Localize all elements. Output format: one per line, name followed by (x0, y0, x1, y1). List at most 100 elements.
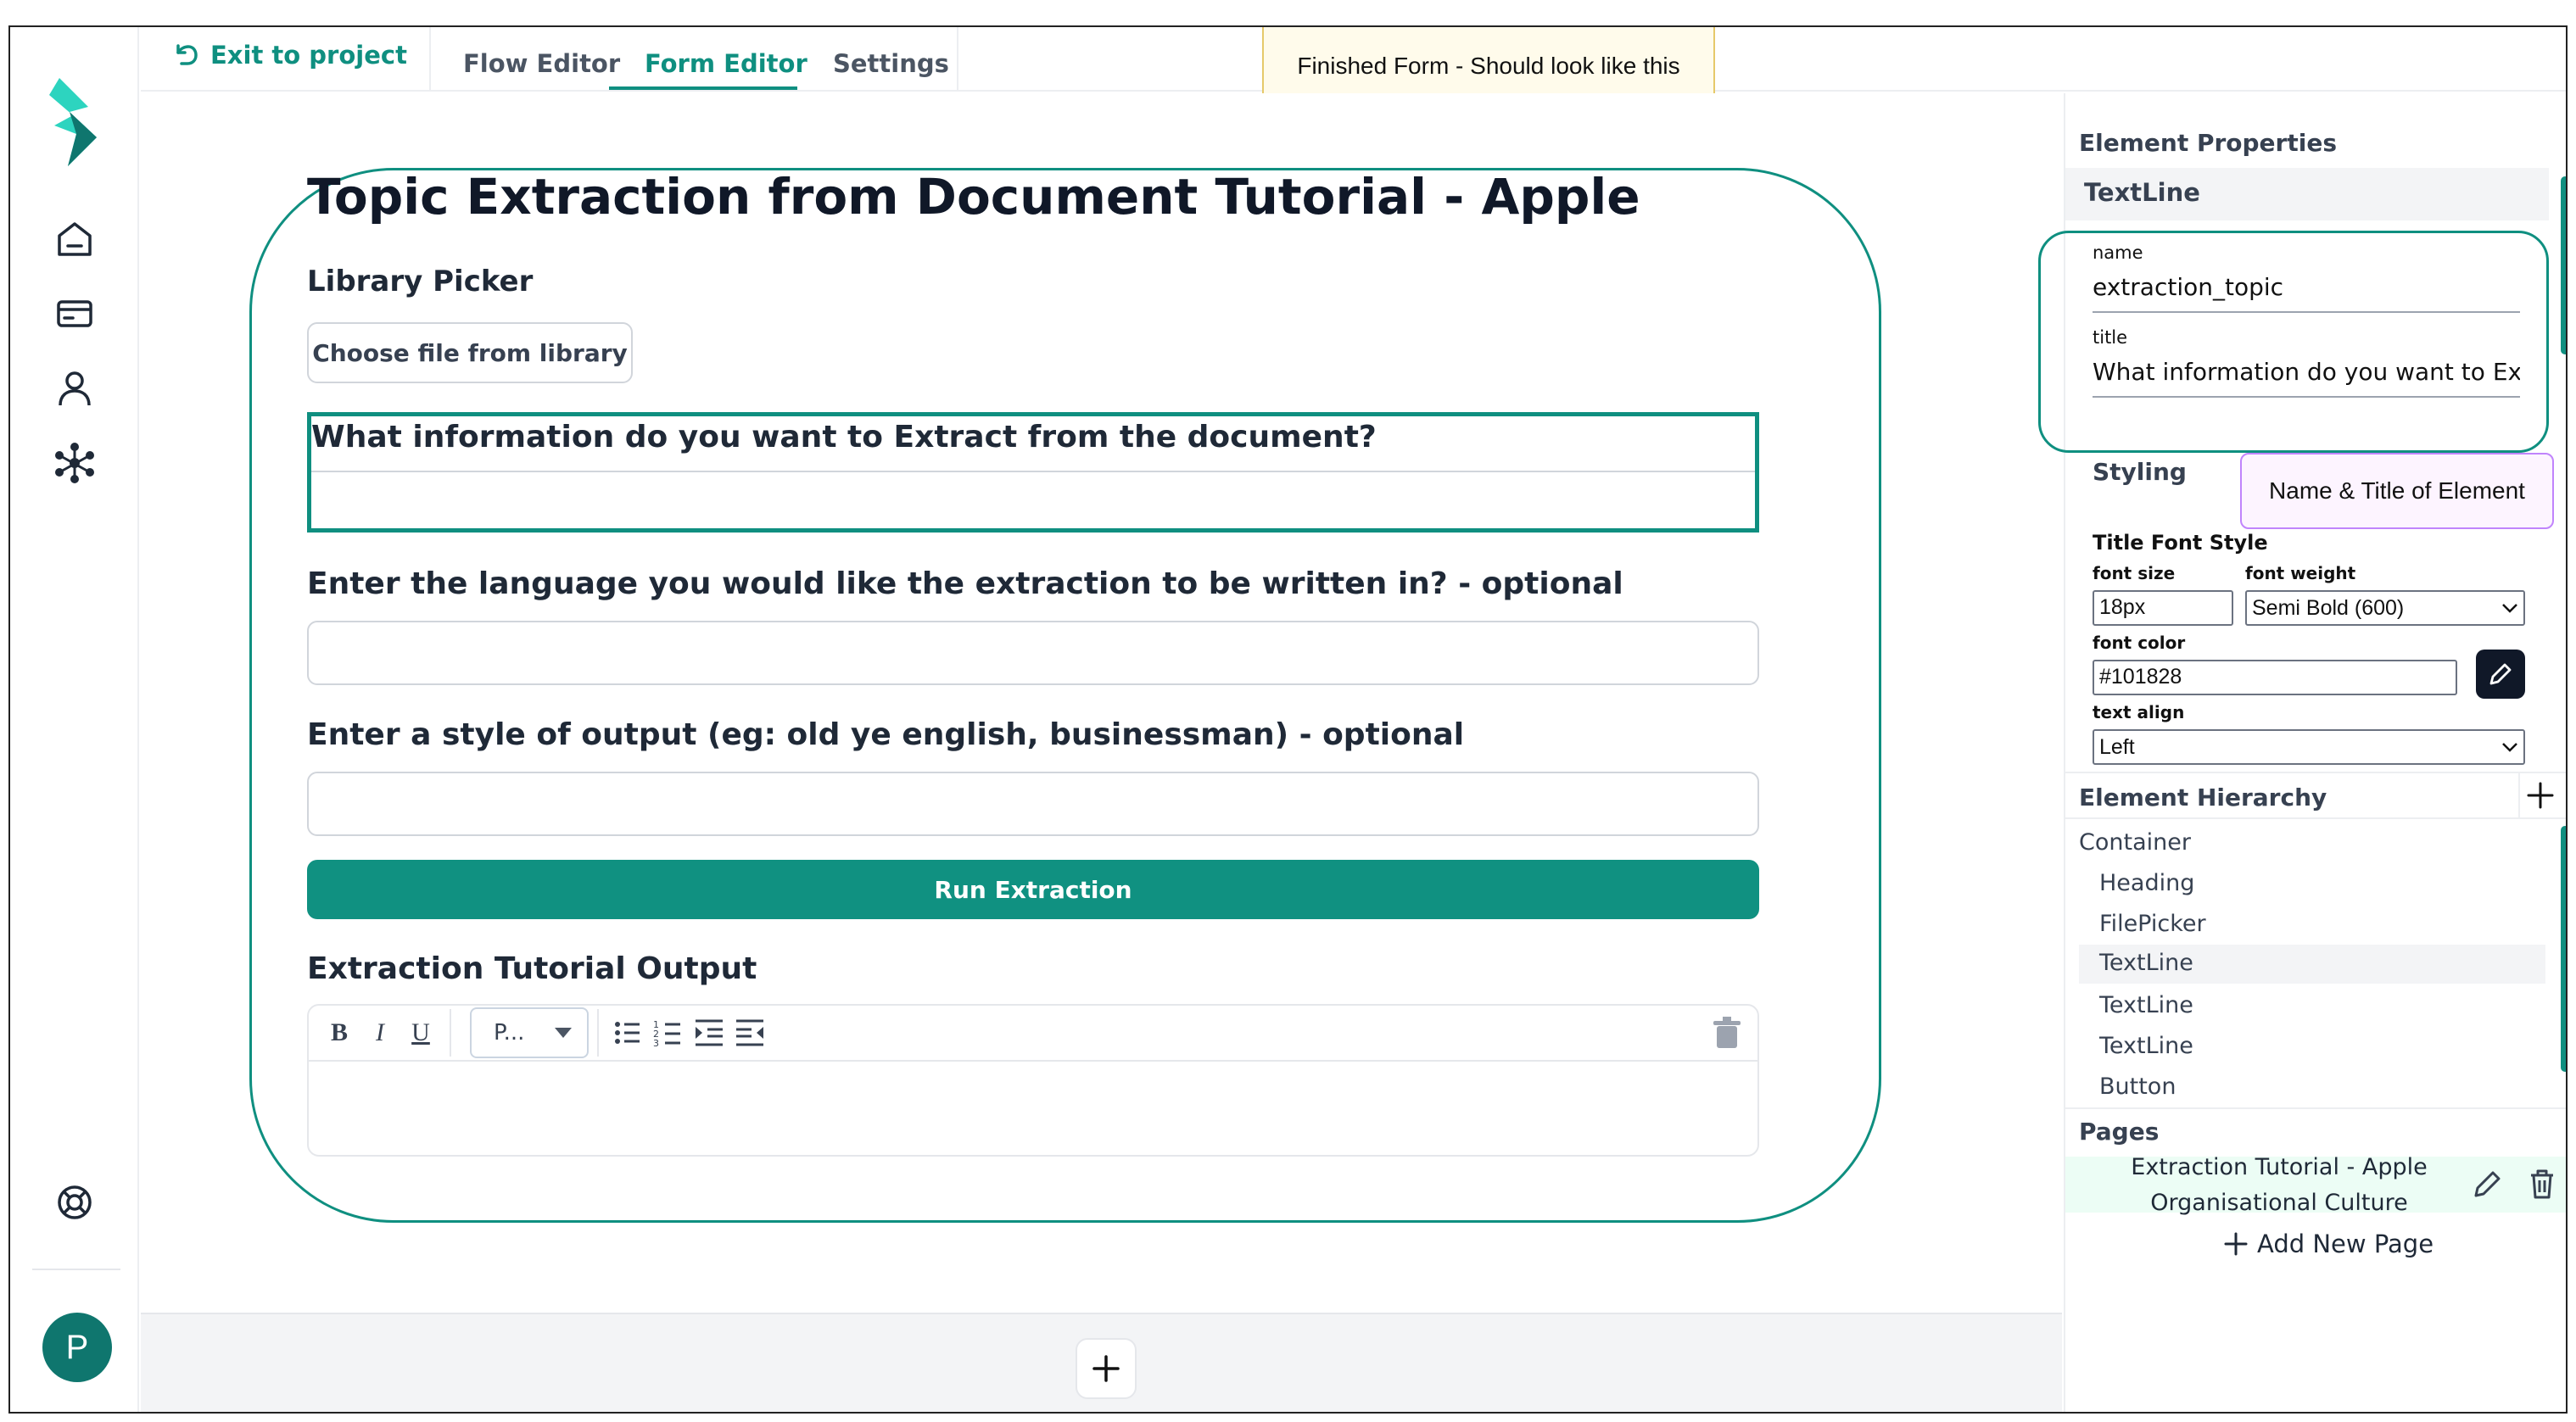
output-label: Extraction Tutorial Output (307, 951, 757, 986)
paragraph-style-value: P... (494, 1020, 525, 1046)
top-bar: Exit to project Flow Editor Form Editor … (141, 27, 2566, 107)
svg-text:3: 3 (653, 1038, 659, 1049)
user-icon[interactable] (53, 366, 97, 410)
exit-label: Exit to project (210, 41, 407, 70)
hierarchy-item-button[interactable]: Button (2079, 1068, 2545, 1107)
title-font-style-heading: Title Font Style (2093, 531, 2268, 555)
element-type-header: TextLine (2065, 168, 2549, 220)
delete-page-trash-icon[interactable] (2523, 1165, 2561, 1202)
plus-icon (1092, 1355, 1120, 1382)
bullet-list-icon[interactable] (607, 1012, 648, 1053)
run-extraction-button[interactable]: Run Extraction (307, 860, 1759, 919)
editor-toolbar: B I U P... 123 (309, 1006, 1757, 1062)
font-size-label: font size (2093, 563, 2176, 583)
choose-file-button[interactable]: Choose file from library (307, 322, 633, 383)
numbered-list-icon[interactable]: 123 (648, 1012, 689, 1053)
font-size-input[interactable]: 18px (2093, 590, 2233, 626)
app-logo[interactable] (44, 78, 107, 166)
hierarchy-item-textline[interactable]: TextLine (2079, 987, 2545, 1026)
hierarchy-item-heading[interactable]: Heading (2079, 865, 2545, 904)
toolbar-divider (597, 1009, 599, 1057)
hierarchy-item-container[interactable]: Container (2079, 824, 2545, 863)
card-icon[interactable] (53, 292, 97, 336)
underline-button[interactable]: U (400, 1012, 441, 1053)
page-item[interactable]: Extraction Tutorial - Apple Organisation… (2065, 1154, 2566, 1216)
font-color-input[interactable]: #101828 (2093, 660, 2457, 695)
add-new-page-label: Add New Page (2257, 1230, 2434, 1258)
outdent-icon[interactable] (729, 1012, 770, 1053)
indent-icon[interactable] (689, 1012, 729, 1053)
text-align-select[interactable]: Left (2093, 729, 2525, 765)
selected-textline-element[interactable]: What information do you want to Extract … (307, 412, 1759, 533)
font-color-label: font color (2093, 633, 2186, 653)
title-field-label: title (2093, 327, 2128, 348)
help-lifebuoy-icon[interactable] (53, 1180, 97, 1224)
element-type-label: TextLine (2084, 178, 2200, 207)
title-field[interactable]: What information do you want to Extract … (2093, 358, 2520, 398)
form-canvas: Topic Extraction from Document Tutorial … (141, 93, 2062, 1340)
pencil-icon (2489, 663, 2512, 685)
question-topic-label: What information do you want to Extract … (311, 420, 1377, 454)
font-weight-select[interactable]: Semi Bold (600) (2245, 590, 2525, 626)
language-input[interactable] (307, 621, 1759, 685)
hierarchy-item-filepicker[interactable]: FilePicker (2079, 906, 2545, 945)
font-weight-label: font weight (2245, 563, 2356, 583)
question-language-label: Enter the language you would like the ex… (307, 566, 1623, 601)
hierarchy-scrollbar[interactable] (2561, 826, 2566, 1072)
add-element-button[interactable] (1076, 1338, 1137, 1399)
hierarchy-item-textline[interactable]: TextLine (2079, 1028, 2545, 1067)
styling-heading: Styling (2093, 458, 2187, 486)
rich-text-editor[interactable]: B I U P... 123 (307, 1004, 1759, 1157)
app-window: P Exit to project Flow Editor Form Edito… (8, 25, 2568, 1414)
canvas-footer (141, 1313, 2062, 1412)
hierarchy-item-textline-selected[interactable]: TextLine (2079, 945, 2545, 984)
network-icon[interactable] (53, 441, 97, 485)
page-name-line: Extraction Tutorial - Apple (2131, 1154, 2428, 1180)
toolbar-divider (450, 1009, 451, 1057)
style-input[interactable] (307, 772, 1759, 836)
properties-panel: Element Properties TextLine name extract… (2038, 93, 2566, 1412)
tab-flow-editor[interactable]: Flow Editor (463, 49, 620, 78)
plus-icon (2527, 782, 2554, 809)
add-new-page-button[interactable]: Add New Page (2223, 1230, 2434, 1258)
element-hierarchy-header: Element Hierarchy (2065, 772, 2566, 819)
page-name-line: Organisational Culture (2150, 1190, 2408, 1216)
paragraph-style-select[interactable]: P... (470, 1007, 589, 1058)
bold-button[interactable]: B (319, 1012, 360, 1053)
delete-element-icon[interactable] (1708, 1014, 1746, 1051)
name-field[interactable]: extraction_topic (2093, 273, 2520, 313)
undo-arrow-icon (176, 44, 198, 65)
element-hierarchy-title: Element Hierarchy (2079, 783, 2327, 811)
name-field-label: name (2093, 243, 2143, 263)
chevron-down-icon (2502, 604, 2517, 613)
color-picker-button[interactable] (2476, 650, 2525, 699)
pages-title: Pages (2079, 1118, 2160, 1146)
left-nav: P (10, 27, 139, 1412)
nav-divider (32, 1269, 120, 1270)
properties-scrollbar[interactable] (2561, 176, 2566, 354)
tab-divider (957, 27, 958, 92)
tab-divider (429, 27, 431, 92)
element-properties-title: Element Properties (2079, 129, 2337, 157)
italic-button[interactable]: I (360, 1012, 400, 1053)
font-weight-value: Semi Bold (600) (2252, 595, 2405, 620)
question-style-label: Enter a style of output (eg: old ye engl… (307, 717, 1465, 752)
library-picker-label: Library Picker (307, 265, 534, 298)
tab-settings[interactable]: Settings (833, 49, 949, 78)
field-divider (311, 471, 1755, 472)
edit-page-pencil-icon[interactable] (2469, 1165, 2506, 1202)
home-icon[interactable] (53, 217, 97, 261)
exit-to-project-link[interactable]: Exit to project (173, 41, 407, 70)
page-title: Topic Extraction from Document Tutorial … (307, 168, 1640, 226)
caret-down-icon (555, 1028, 572, 1038)
tab-form-editor[interactable]: Form Editor (645, 49, 807, 78)
plus-icon (2224, 1232, 2248, 1256)
pages-divider (2065, 1107, 2566, 1109)
active-tab-indicator (609, 86, 797, 90)
annotation-note-right: Name & Title of Element (2240, 453, 2554, 529)
text-align-label: text align (2093, 702, 2185, 722)
avatar[interactable]: P (42, 1313, 112, 1382)
add-hierarchy-element-button[interactable] (2518, 773, 2561, 817)
page-name: Extraction Tutorial - Apple Organisation… (2065, 1150, 2493, 1221)
text-align-value: Left (2099, 734, 2135, 759)
